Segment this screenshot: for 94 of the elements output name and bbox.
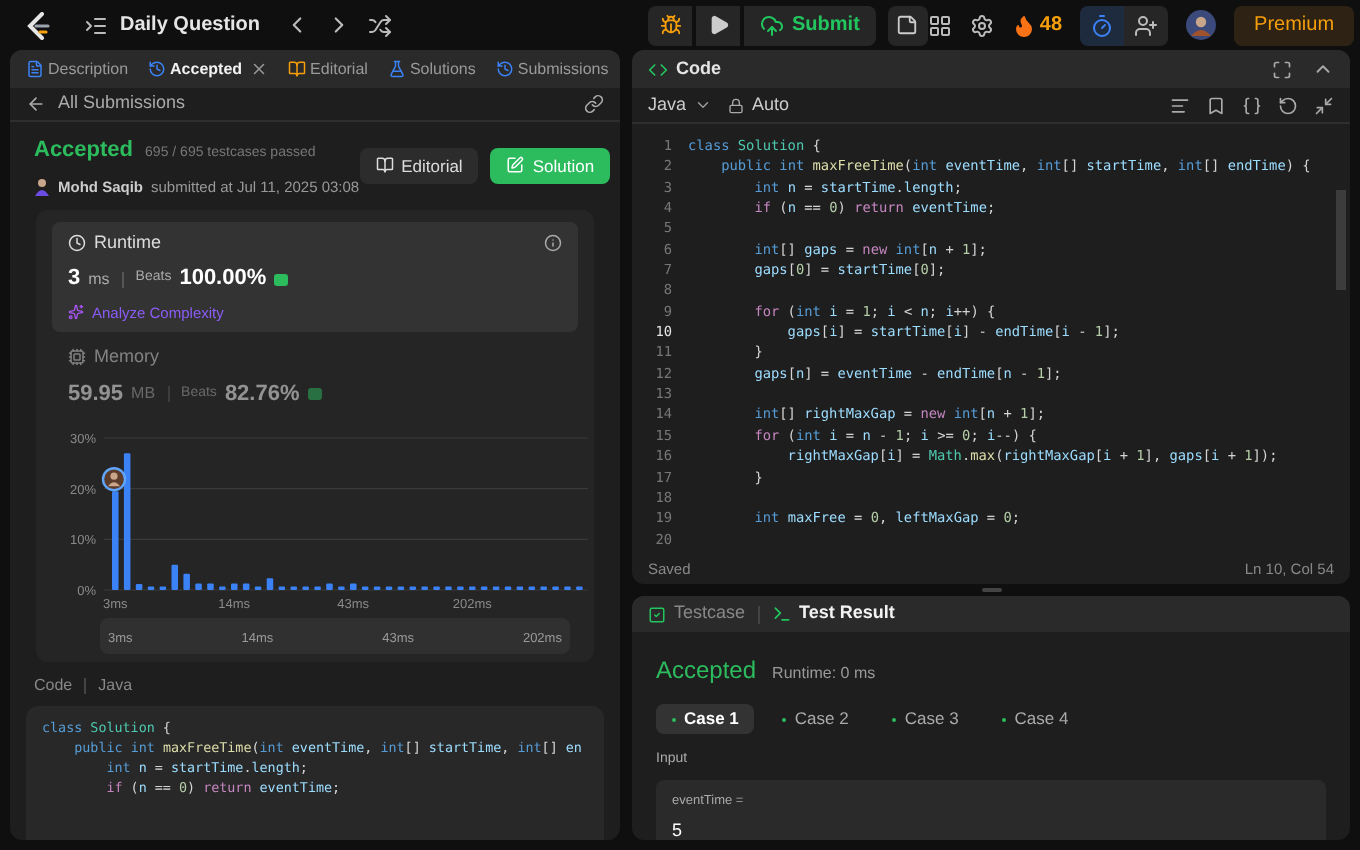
avatar[interactable] — [1186, 10, 1217, 40]
panel-title: Code — [676, 55, 721, 82]
cloud-upload-icon — [760, 13, 785, 37]
editorial-button[interactable]: Editorial — [359, 147, 479, 184]
clock-icon — [68, 234, 86, 252]
sparkles-icon — [68, 304, 84, 321]
premium-button[interactable]: Premium — [1234, 5, 1355, 45]
metric-unit: MB — [131, 381, 156, 406]
metric-title: Memory — [94, 344, 160, 370]
panel-tab[interactable]: Description — [22, 57, 133, 81]
histogram-bar — [350, 583, 357, 590]
panel-tab[interactable]: Solutions — [383, 57, 480, 81]
language-dropdown[interactable]: Java — [648, 91, 713, 119]
histogram-bar — [183, 573, 190, 590]
back-icon[interactable] — [26, 94, 46, 114]
add-user-icon — [1134, 13, 1159, 37]
notes-button[interactable] — [887, 5, 928, 45]
play-icon — [707, 14, 730, 36]
avatar-marker-icon — [101, 467, 127, 492]
badge-icon — [307, 387, 322, 400]
panel-tab[interactable]: Test Result — [771, 600, 895, 628]
shuffle-icon[interactable] — [368, 13, 393, 37]
author-avatar — [34, 177, 50, 196]
case-tab[interactable]: Case 2 — [766, 704, 865, 734]
flask-icon — [387, 60, 406, 78]
metric-unit: ms — [88, 267, 110, 291]
all-submissions-link[interactable]: All Submissions — [58, 90, 186, 118]
panel-tab[interactable]: Testcase — [648, 600, 746, 628]
bookmark-icon[interactable] — [1206, 95, 1226, 115]
chevron-down-icon — [694, 96, 713, 114]
metric-title: Runtime — [94, 229, 162, 256]
case-tab[interactable]: Case 4 — [986, 704, 1085, 734]
bug-icon — [659, 14, 682, 36]
terminal-icon — [771, 604, 792, 624]
list-icon[interactable] — [84, 13, 108, 37]
history-icon — [495, 60, 514, 78]
code-icon — [648, 59, 668, 79]
histogram-bar — [195, 583, 202, 590]
case-tab[interactable]: Case 3 — [876, 704, 975, 734]
run-button[interactable] — [696, 5, 741, 45]
checkbox-icon — [648, 605, 666, 623]
problem-title[interactable]: Daily Question — [120, 10, 261, 40]
braces-icon[interactable] — [1242, 95, 1262, 115]
format-icon[interactable] — [1170, 95, 1190, 115]
book-icon — [288, 60, 307, 78]
status-text: Accepted — [34, 136, 134, 166]
metric-value: 59.95 — [68, 379, 124, 409]
flame-icon[interactable] — [1011, 13, 1036, 37]
logo-icon[interactable] — [24, 11, 52, 39]
grid-icon[interactable] — [927, 13, 952, 37]
edit-icon — [506, 156, 525, 175]
histogram-bar — [326, 583, 333, 590]
lock-icon — [728, 97, 745, 113]
case-tab[interactable]: Case 1 — [656, 704, 755, 734]
mode-label[interactable]: Auto — [752, 91, 790, 119]
reset-icon[interactable] — [1278, 95, 1298, 115]
info-icon[interactable] — [544, 234, 562, 252]
timer-button[interactable] — [1080, 5, 1125, 45]
badge-icon — [274, 273, 289, 285]
histogram-bar — [135, 583, 143, 590]
beats-value: 82.76% — [224, 379, 300, 409]
histogram-bar — [123, 453, 131, 590]
history-icon — [148, 60, 167, 78]
timer-icon — [1090, 13, 1115, 37]
add-user-button[interactable] — [1124, 5, 1169, 45]
link-icon[interactable] — [584, 94, 604, 114]
histogram-bar — [231, 583, 238, 590]
histogram-bar — [266, 578, 274, 590]
chip-icon — [68, 348, 86, 367]
submit-button[interactable]: Submit — [744, 5, 876, 45]
histogram-bar — [112, 491, 119, 590]
code-label: Code — [34, 674, 73, 698]
panel-tab[interactable]: Submissions — [491, 57, 613, 81]
close-icon[interactable] — [250, 60, 269, 78]
histogram-bar — [242, 583, 250, 590]
fullscreen-icon[interactable] — [1272, 59, 1292, 79]
book-icon — [375, 156, 394, 175]
beats-value: 100.00% — [179, 264, 267, 295]
param-value: 5 — [672, 818, 685, 840]
histogram-bar — [207, 583, 214, 590]
scrollbar[interactable] — [1336, 190, 1346, 290]
note-icon — [896, 14, 919, 36]
result-status: Accepted — [656, 654, 757, 688]
shrink-icon[interactable] — [1314, 95, 1334, 115]
settings-icon[interactable] — [969, 13, 994, 37]
runtime-text: Runtime: 0 ms — [772, 662, 876, 686]
histogram-bar — [171, 564, 179, 590]
debug-button[interactable] — [648, 5, 693, 45]
metric-value: 3 — [68, 264, 81, 295]
language-label: Java — [98, 674, 133, 698]
panel-tab[interactable]: Editorial — [284, 57, 372, 81]
document-icon — [26, 60, 44, 78]
panel-tab[interactable]: Accepted — [144, 57, 273, 81]
streak-count[interactable]: 48 — [1039, 10, 1063, 40]
